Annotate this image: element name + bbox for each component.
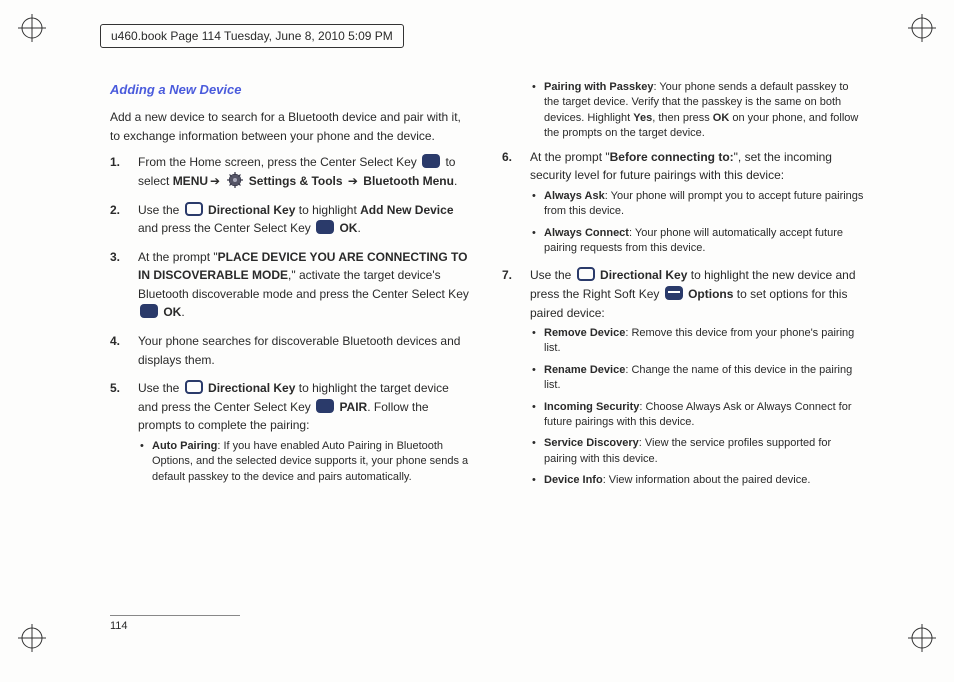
intro-text: Add a new device to search for a Bluetoo… — [110, 108, 472, 145]
sub-remove-device: Remove Device: Remove this device from y… — [544, 326, 864, 357]
footer-rule — [110, 615, 240, 616]
step-6: 6. At the prompt "Before connecting to:"… — [530, 148, 864, 257]
step-4: 4. Your phone searches for discoverable … — [138, 332, 472, 369]
center-key-icon — [140, 304, 158, 318]
soft-key-icon — [665, 286, 683, 300]
page-header: u460.book Page 114 Tuesday, June 8, 2010… — [100, 24, 404, 48]
step-number: 4. — [110, 332, 120, 351]
sub-always-ask: Always Ask: Your phone will prompt you t… — [544, 189, 864, 220]
step-number: 6. — [502, 148, 512, 167]
sub-always-connect: Always Connect: Your phone will automati… — [544, 226, 864, 257]
step-number: 7. — [502, 266, 512, 285]
crop-mark-tl — [18, 14, 46, 42]
step-2: 2. Use the Directional Key to highlight … — [138, 201, 472, 238]
step-1: 1. From the Home screen, press the Cente… — [138, 153, 472, 190]
sub-service-discovery: Service Discovery: View the service prof… — [544, 436, 864, 467]
sub-device-info: Device Info: View information about the … — [544, 473, 864, 488]
directional-key-icon — [577, 267, 595, 281]
step-7: 7. Use the Directional Key to highlight … — [530, 266, 864, 488]
gear-icon — [227, 172, 243, 188]
step-number: 5. — [110, 379, 120, 398]
step-number: 2. — [110, 201, 120, 220]
step-3: 3. At the prompt "PLACE DEVICE YOU ARE C… — [138, 248, 472, 322]
step-number: 3. — [110, 248, 120, 267]
sub-rename-device: Rename Device: Change the name of this d… — [544, 363, 864, 394]
crop-mark-tr — [908, 14, 936, 42]
center-key-icon — [316, 399, 334, 413]
section-title: Adding a New Device — [110, 80, 472, 100]
center-key-icon — [422, 154, 440, 168]
step-5: 5. Use the Directional Key to highlight … — [138, 379, 472, 485]
crop-mark-br — [908, 624, 936, 652]
directional-key-icon — [185, 380, 203, 394]
header-text: u460.book Page 114 Tuesday, June 8, 2010… — [100, 24, 404, 48]
center-key-icon — [316, 220, 334, 234]
directional-key-icon — [185, 202, 203, 216]
left-column: Adding a New Device Add a new device to … — [110, 80, 472, 622]
page-number: 114 — [110, 620, 128, 632]
step-number: 1. — [110, 153, 120, 172]
right-column: Pairing with Passkey: Your phone sends a… — [502, 80, 864, 622]
crop-mark-bl — [18, 624, 46, 652]
sub-auto-pairing: Auto Pairing: If you have enabled Auto P… — [152, 439, 472, 485]
sub-incoming-security: Incoming Security: Choose Always Ask or … — [544, 400, 864, 431]
sub-passkey: Pairing with Passkey: Your phone sends a… — [544, 80, 864, 142]
